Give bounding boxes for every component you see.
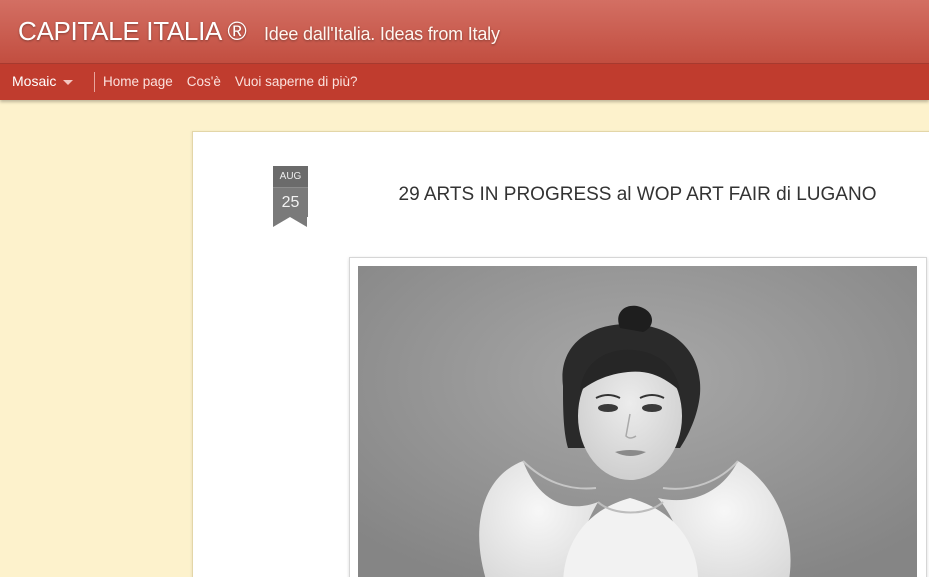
navigation-bar: Mosaic Home page Cos'è Vuoi saperne di p… — [0, 64, 929, 100]
nav-link-home[interactable]: Home page — [103, 74, 173, 89]
page-links: Home page Cos'è Vuoi saperne di più? — [103, 74, 371, 89]
date-badge: AUG 25 — [273, 166, 308, 227]
caret-down-icon — [63, 79, 74, 85]
date-ribbon-tail — [273, 217, 307, 227]
site-description: Idee dall'Italia. Ideas from Italy — [264, 24, 500, 44]
nav-divider — [94, 72, 95, 92]
portrait-photo-illustration — [358, 266, 917, 577]
view-switcher-dropdown[interactable]: Mosaic — [12, 73, 74, 89]
nav-link-learn-more[interactable]: Vuoi saperne di più? — [235, 74, 358, 89]
date-month: AUG — [273, 166, 308, 187]
date-day: 25 — [273, 187, 308, 217]
post-image-frame — [349, 257, 927, 577]
nav-link-about[interactable]: Cos'è — [187, 74, 221, 89]
site-header: CAPITALE ITALIA ® Idee dall'Italia. Idea… — [0, 0, 929, 64]
post-photo[interactable] — [358, 266, 917, 577]
view-switcher-label: Mosaic — [12, 73, 57, 89]
site-title[interactable]: CAPITALE ITALIA ® — [18, 16, 247, 47]
post-title[interactable]: 29 ARTS IN PROGRESS al WOP ART FAIR di L… — [350, 184, 925, 206]
